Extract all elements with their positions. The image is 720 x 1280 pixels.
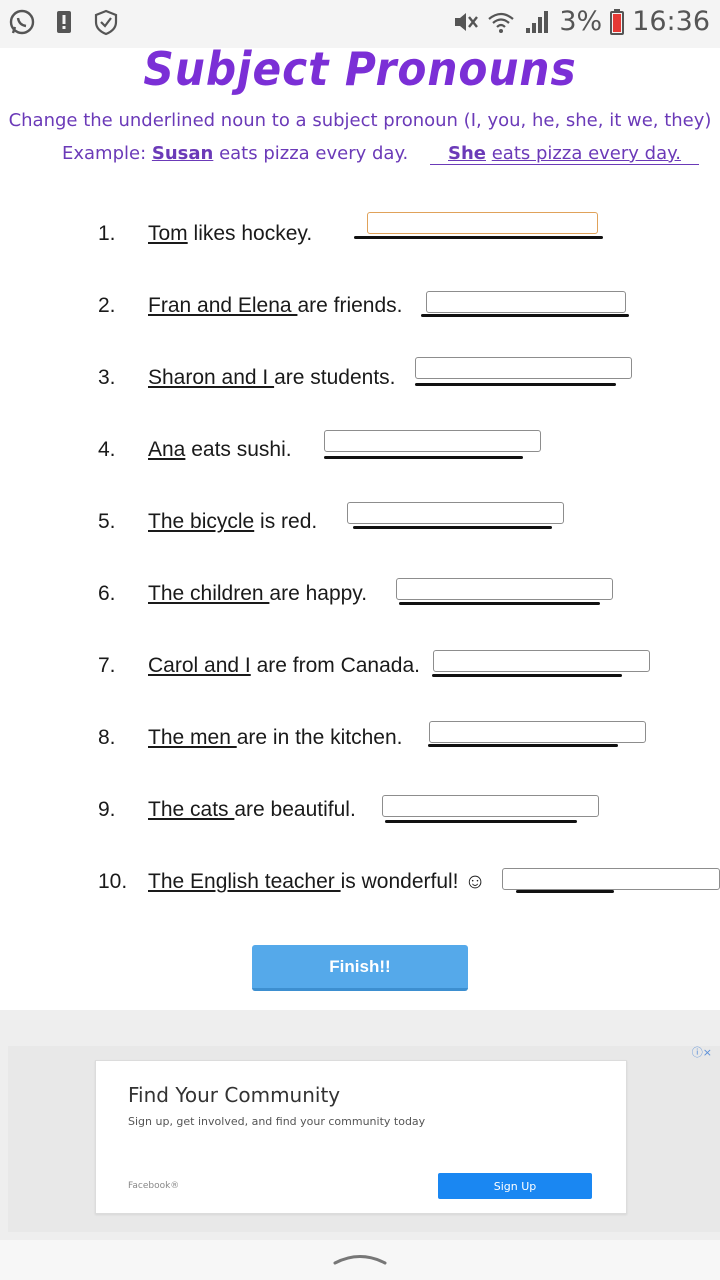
example-answer-rest: eats pizza every day. [491, 143, 681, 164]
status-bar: 3% 16:36 [0, 0, 720, 48]
answer-line-3 [415, 383, 616, 386]
question-8: 8. The men are in the kitchen. [98, 726, 402, 750]
underlined-noun: Carol and I [148, 654, 251, 677]
underlined-noun: The bicycle [148, 510, 255, 533]
answer-input-8[interactable] [429, 721, 646, 743]
question-rest: likes hockey. [187, 222, 313, 245]
question-2: 2. Fran and Elena are friends. [98, 294, 403, 318]
battery-icon [610, 8, 625, 35]
alert-icon [57, 11, 71, 33]
question-number: 8. [98, 726, 116, 749]
question-rest: is red. [254, 510, 318, 533]
wifi-icon [488, 12, 515, 33]
ad-subtitle: Sign up, get involved, and find your com… [128, 1115, 426, 1128]
question-3: 3. Sharon and I are students. [98, 366, 396, 390]
answer-line-5 [353, 526, 552, 529]
question-rest: are happy. [269, 582, 368, 605]
answer-input-9[interactable] [382, 795, 599, 817]
answer-input-5[interactable] [347, 502, 564, 524]
ad-card[interactable]: Find Your Community Sign up, get involve… [95, 1060, 627, 1214]
question-rest: are from Canada. [250, 654, 420, 677]
underlined-noun: Tom [148, 222, 188, 245]
shield-check-icon [94, 9, 118, 36]
mute-icon [455, 12, 479, 31]
answer-line-10 [516, 890, 614, 893]
question-rest: are students. [274, 366, 396, 389]
question-10: 10. The English teacher is wonderful! ☺ [98, 870, 486, 894]
question-7: 7. Carol and I are from Canada. [98, 654, 420, 678]
ad-close-icon[interactable]: ⓘ× [692, 1044, 712, 1060]
question-rest: are in the kitchen. [236, 726, 403, 749]
underlined-noun: Sharon and I [148, 366, 275, 389]
question-6: 6. The children are happy. [98, 582, 367, 606]
question-1: 1. Tom likes hockey. [98, 222, 312, 246]
question-rest: eats sushi. [185, 438, 292, 461]
example-prefix: Example: [62, 143, 147, 164]
question-number: 1. [98, 222, 116, 245]
example-rest: eats pizza every day. [219, 143, 409, 164]
underlined-noun: The men [148, 726, 237, 749]
question-number: 10. [98, 870, 128, 893]
example-subject: Susan [151, 143, 214, 164]
whatsapp-icon [9, 9, 35, 35]
answer-line-1 [354, 236, 603, 239]
answer-input-6[interactable] [396, 578, 613, 600]
worksheet-title: Subject Pronouns [143, 42, 577, 96]
instructions: Change the underlined noun to a subject … [8, 110, 712, 131]
answer-line-2 [421, 314, 629, 317]
example-answer: She eats pizza every day. [430, 143, 699, 165]
example-sentence: Example: Susan eats pizza every day. She… [62, 143, 699, 165]
question-5: 5. The bicycle is red. [98, 510, 317, 534]
answer-input-1[interactable] [367, 212, 598, 234]
worksheet: Subject Pronouns Change the underlined n… [0, 42, 720, 1010]
question-rest: are beautiful. [234, 798, 356, 821]
answer-input-10[interactable] [502, 868, 720, 890]
question-number: 5. [98, 510, 116, 533]
answer-input-3[interactable] [415, 357, 632, 379]
finish-button[interactable]: Finish!! [252, 945, 468, 991]
underlined-noun: The English teacher [148, 870, 341, 893]
underlined-noun: The cats [148, 798, 235, 821]
ad-area: ⓘ× Find Your Community Sign up, get invo… [0, 1010, 720, 1240]
underlined-noun: The children [148, 582, 270, 605]
answer-line-9 [385, 820, 577, 823]
clock: 16:36 [632, 6, 710, 37]
underlined-noun: Ana [148, 438, 186, 461]
answer-line-7 [432, 674, 622, 677]
answer-line-4 [324, 456, 523, 459]
answer-line-6 [399, 602, 600, 605]
example-answer-pronoun: She [448, 143, 486, 164]
answer-input-4[interactable] [324, 430, 541, 452]
battery-percent: 3% [559, 6, 603, 37]
answer-input-7[interactable] [433, 650, 650, 672]
question-rest: are friends. [297, 294, 403, 317]
navigation-bar [0, 1240, 720, 1280]
signal-icon [526, 10, 549, 33]
question-4: 4. Ana eats sushi. [98, 438, 292, 462]
question-number: 9. [98, 798, 116, 821]
question-9: 9. The cats are beautiful. [98, 798, 356, 822]
question-number: 4. [98, 438, 116, 461]
question-number: 6. [98, 582, 116, 605]
ad-brand: Facebook® [128, 1181, 180, 1191]
question-rest: is wonderful! ☺ [340, 870, 486, 893]
chevron-up-icon[interactable] [330, 1248, 390, 1268]
answer-line-8 [428, 744, 618, 747]
question-number: 3. [98, 366, 116, 389]
ad-signup-button[interactable]: Sign Up [438, 1173, 592, 1199]
question-number: 2. [98, 294, 116, 317]
answer-input-2[interactable] [426, 291, 626, 313]
ad-title: Find Your Community [128, 1083, 341, 1107]
question-number: 7. [98, 654, 116, 677]
underlined-noun: Fran and Elena [148, 294, 298, 317]
